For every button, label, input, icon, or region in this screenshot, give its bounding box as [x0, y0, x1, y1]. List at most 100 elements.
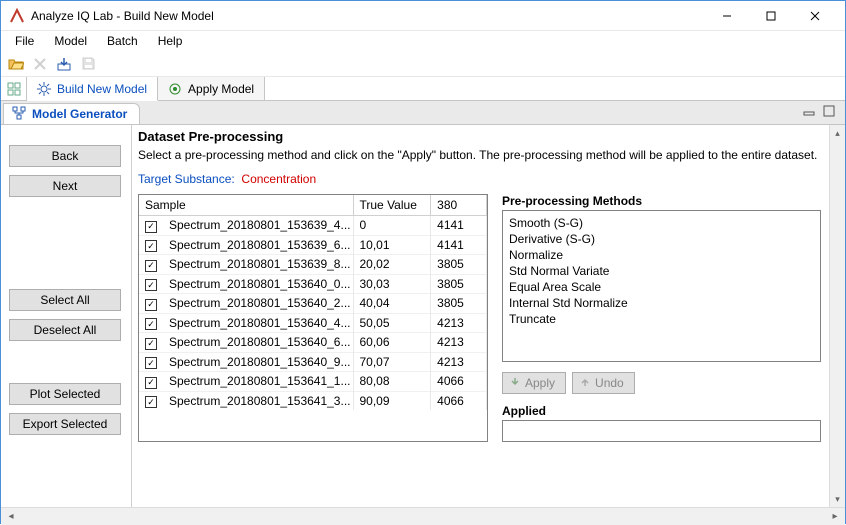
deselect-all-button[interactable]: Deselect All — [9, 319, 121, 341]
col-true-value[interactable]: True Value — [353, 195, 431, 216]
checkbox-icon[interactable]: ✓ — [145, 221, 157, 233]
delete-icon[interactable] — [29, 53, 51, 75]
undo-label: Undo — [595, 376, 624, 390]
tab-model-generator[interactable]: Model Generator — [3, 103, 140, 124]
list-item[interactable]: Smooth (S-G) — [509, 215, 814, 231]
titlebar: Analyze IQ Lab - Build New Model — [1, 1, 845, 31]
table-row[interactable]: ✓Spectrum_20180801_153641_3...90,094066 — [139, 391, 487, 410]
checkbox-icon[interactable]: ✓ — [145, 357, 157, 369]
section-title: Dataset Pre-processing — [138, 129, 839, 144]
list-item[interactable]: Truncate — [509, 311, 814, 327]
tab-apply-model[interactable]: Apply Model — [158, 77, 265, 100]
checkbox-icon[interactable]: ✓ — [145, 240, 157, 252]
list-item[interactable]: Internal Std Normalize — [509, 295, 814, 311]
save-icon[interactable] — [77, 53, 99, 75]
cell-sample: Spectrum_20180801_153641_1... — [163, 372, 353, 392]
methods-panel: Pre-processing Methods Smooth (S-G)Deriv… — [502, 194, 821, 442]
list-item[interactable]: Normalize — [509, 247, 814, 263]
cell-sample: Spectrum_20180801_153641_3... — [163, 391, 353, 410]
app-icon — [9, 8, 25, 24]
cell-true-value: 70,07 — [353, 352, 431, 372]
section-description: Select a pre-processing method and click… — [138, 148, 839, 162]
gear-icon — [37, 82, 51, 96]
window-title: Analyze IQ Lab - Build New Model — [31, 9, 705, 23]
vertical-scrollbar[interactable]: ▴ ▾ — [829, 125, 845, 507]
methods-title: Pre-processing Methods — [502, 194, 821, 208]
maximize-button[interactable] — [749, 2, 793, 30]
target-substance-line: Target Substance: Concentration — [138, 172, 839, 186]
menu-batch[interactable]: Batch — [99, 33, 146, 49]
cell-true-value: 50,05 — [353, 313, 431, 333]
checkbox-icon[interactable]: ✓ — [145, 299, 157, 311]
select-all-button[interactable]: Select All — [9, 289, 121, 311]
checkbox-icon[interactable]: ✓ — [145, 260, 157, 272]
table-row[interactable]: ✓Spectrum_20180801_153641_1...80,084066 — [139, 372, 487, 392]
scroll-down-icon[interactable]: ▾ — [830, 491, 845, 507]
scroll-left-icon[interactable]: ◂ — [3, 511, 19, 522]
table-row[interactable]: ✓Spectrum_20180801_153639_4...04141 — [139, 216, 487, 236]
minimize-button[interactable] — [705, 2, 749, 30]
table-row[interactable]: ✓Spectrum_20180801_153640_2...40,043805 — [139, 294, 487, 314]
applied-list[interactable] — [502, 420, 821, 442]
cell-sample: Spectrum_20180801_153639_8... — [163, 255, 353, 275]
maximize-view-icon[interactable] — [823, 105, 835, 120]
tab-label: Apply Model — [188, 82, 254, 96]
cell-true-value: 0 — [353, 216, 431, 236]
cell-sample: Spectrum_20180801_153640_6... — [163, 333, 353, 353]
table-row[interactable]: ✓Spectrum_20180801_153640_9...70,074213 — [139, 352, 487, 372]
cell-true-value: 60,06 — [353, 333, 431, 353]
checkbox-icon[interactable]: ✓ — [145, 318, 157, 330]
col-sample[interactable]: Sample — [139, 195, 353, 216]
cell-380: 3805 — [431, 255, 487, 275]
cell-true-value: 20,02 — [353, 255, 431, 275]
list-item[interactable]: Derivative (S-G) — [509, 231, 814, 247]
sidebar: Back Next Select All Deselect All Plot S… — [1, 125, 131, 507]
tab-build-new-model[interactable]: Build New Model — [27, 77, 158, 101]
close-button[interactable] — [793, 2, 837, 30]
table-row[interactable]: ✓ Spectrum_20180801_153639_8...20,023805 — [139, 255, 487, 275]
plot-selected-button[interactable]: Plot Selected — [9, 383, 121, 405]
cell-true-value: 30,03 — [353, 274, 431, 294]
horizontal-scrollbar[interactable]: ◂ ▸ — [1, 507, 845, 525]
menu-file[interactable]: File — [7, 33, 42, 49]
applied-title: Applied — [502, 404, 821, 418]
menu-model[interactable]: Model — [46, 33, 95, 49]
col-380[interactable]: 380 — [431, 195, 487, 216]
checkbox-icon[interactable]: ✓ — [145, 377, 157, 389]
content: Dataset Pre-processing Select a pre-proc… — [131, 125, 845, 507]
table-row[interactable]: ✓Spectrum_20180801_153640_4...50,054213 — [139, 313, 487, 333]
table-row[interactable]: ✓Spectrum_20180801_153639_6...10,014141 — [139, 235, 487, 255]
table-row[interactable]: ✓ Spectrum_20180801_153640_6...60,064213 — [139, 333, 487, 353]
menubar: File Model Batch Help — [1, 31, 845, 51]
checkbox-icon[interactable]: ✓ — [145, 279, 157, 291]
next-button[interactable]: Next — [9, 175, 121, 197]
scroll-right-icon[interactable]: ▸ — [827, 511, 843, 522]
open-icon[interactable] — [5, 53, 27, 75]
viewtab-label: Model Generator — [32, 107, 127, 121]
target-icon — [168, 82, 182, 96]
list-item[interactable]: Std Normal Variate — [509, 263, 814, 279]
cell-sample: Spectrum_20180801_153640_4... — [163, 313, 353, 333]
table-row[interactable]: ✓Spectrum_20180801_153640_0...30,033805 — [139, 274, 487, 294]
scroll-up-icon[interactable]: ▴ — [830, 125, 845, 141]
minimize-view-icon[interactable] — [803, 105, 815, 120]
samples-table[interactable]: Sample True Value 380 ✓Spectrum_20180801… — [138, 194, 488, 442]
undo-button[interactable]: Undo — [572, 372, 635, 394]
apply-label: Apply — [525, 376, 555, 390]
export-selected-button[interactable]: Export Selected — [9, 413, 121, 435]
menu-help[interactable]: Help — [150, 33, 191, 49]
cell-380: 4141 — [431, 216, 487, 236]
methods-list[interactable]: Smooth (S-G)Derivative (S-G)NormalizeStd… — [502, 210, 821, 362]
cell-sample: Spectrum_20180801_153639_6... — [163, 235, 353, 255]
checkbox-icon[interactable]: ✓ — [145, 338, 157, 350]
back-button[interactable]: Back — [9, 145, 121, 167]
import-icon[interactable] — [53, 53, 75, 75]
cell-380: 4213 — [431, 333, 487, 353]
main: Back Next Select All Deselect All Plot S… — [1, 125, 845, 507]
apply-button[interactable]: Apply — [502, 372, 566, 394]
cell-380: 4213 — [431, 352, 487, 372]
checkbox-icon[interactable]: ✓ — [145, 396, 157, 408]
perspective-switcher-icon[interactable] — [1, 77, 27, 100]
window-controls — [705, 2, 837, 30]
list-item[interactable]: Equal Area Scale — [509, 279, 814, 295]
